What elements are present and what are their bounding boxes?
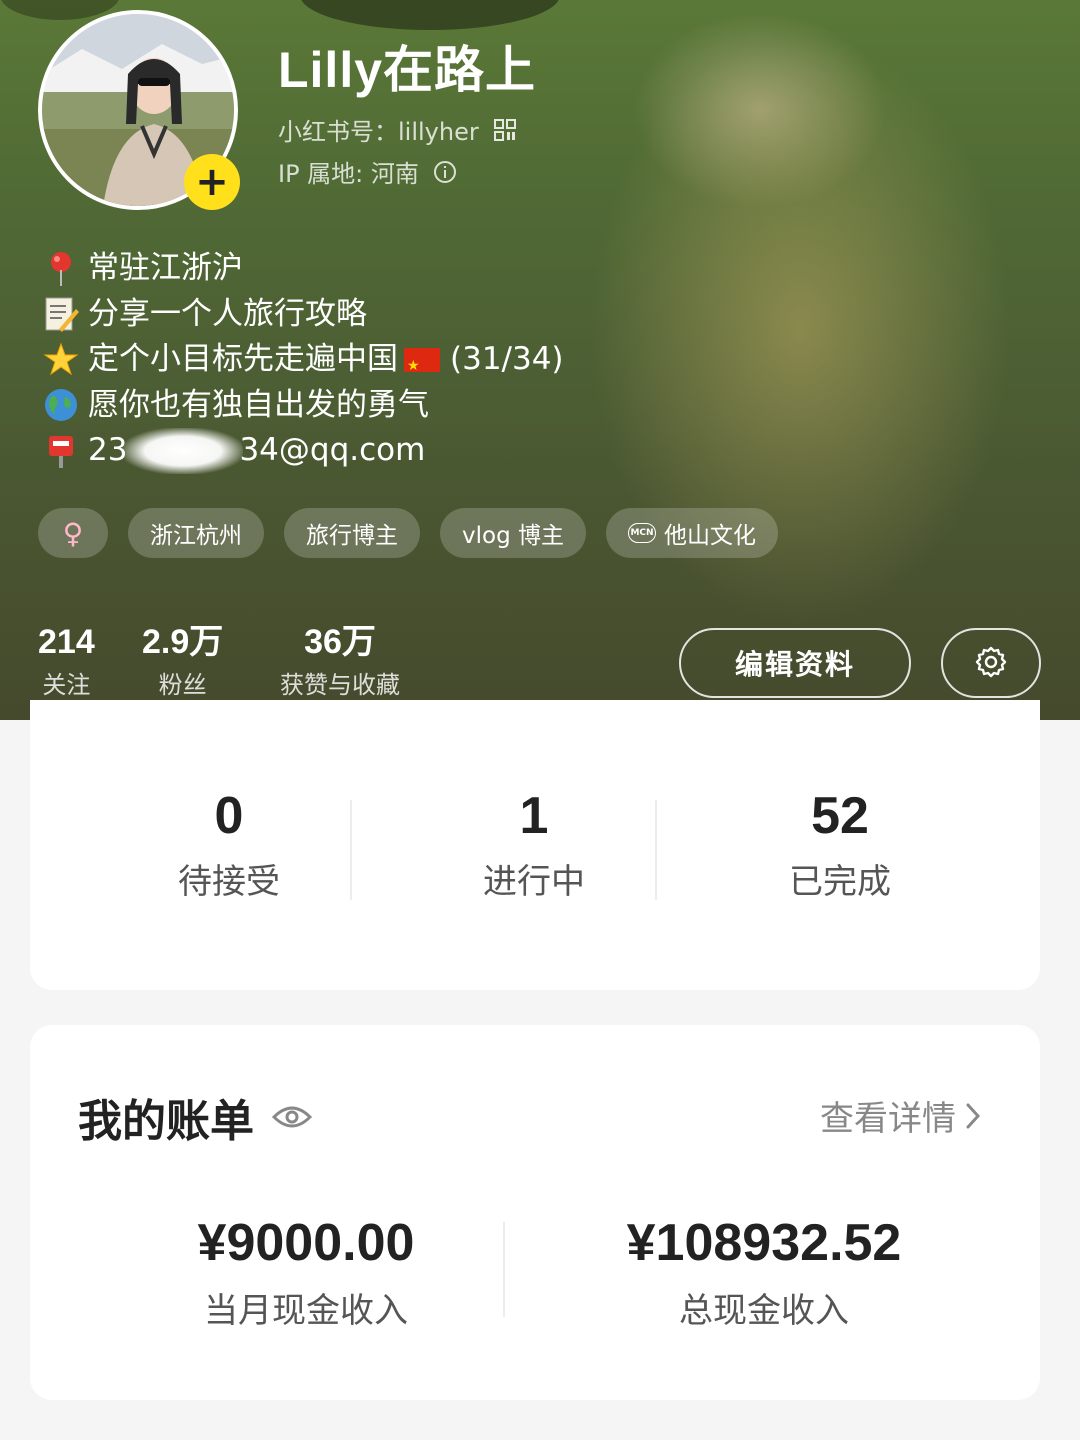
monthly-income-label: 当月现金收入 bbox=[204, 1291, 408, 1331]
qr-code-icon[interactable] bbox=[493, 118, 517, 142]
task-in-progress[interactable]: 1 进行中 bbox=[384, 788, 684, 902]
profile-tags: ♀ 浙江杭州 旅行博主 vlog 博主 MCN 他山文化 bbox=[38, 508, 778, 558]
info-icon[interactable] bbox=[433, 160, 457, 184]
view-details-label: 查看详情 bbox=[820, 1099, 956, 1139]
done-label: 已完成 bbox=[789, 862, 891, 902]
bill-card: 我的账单 查看详情 ¥9000.00 当月现金收入 ¥108932.52 总现金… bbox=[30, 1025, 1040, 1400]
likes-count: 36万 bbox=[304, 623, 376, 661]
bio-text: 常驻江浙沪 bbox=[88, 250, 243, 286]
stat-following[interactable]: 214 关注 bbox=[38, 622, 95, 700]
chevron-right-icon bbox=[964, 1101, 982, 1131]
following-label: 关注 bbox=[42, 671, 91, 699]
view-details-link[interactable]: 查看详情 bbox=[820, 1091, 982, 1140]
divider bbox=[655, 800, 657, 900]
mcn-icon: MCN bbox=[627, 523, 656, 543]
background-trees bbox=[300, 0, 560, 30]
email-redaction bbox=[123, 427, 244, 474]
tag-travel-blogger[interactable]: 旅行博主 bbox=[284, 508, 420, 558]
progress-count: 1 bbox=[519, 787, 549, 845]
gear-icon bbox=[973, 645, 1009, 681]
total-income: ¥108932.52 总现金收入 bbox=[534, 1213, 994, 1331]
profile-header: + Lilly在路上 小红书号：lillyher IP 属地: 河南 常驻江浙沪… bbox=[0, 0, 1080, 720]
user-id-row: 小红书号：lillyher bbox=[278, 112, 517, 147]
stat-likes[interactable]: 36万 获赞与收藏 bbox=[280, 622, 400, 700]
pending-label: 待接受 bbox=[178, 862, 280, 902]
bio-line: 愿你也有独自出发的勇气 bbox=[42, 383, 564, 429]
bio-line: 23 34@qq.com bbox=[42, 427, 564, 474]
fans-count: 2.9万 bbox=[142, 623, 224, 661]
tag-gender[interactable]: ♀ bbox=[38, 508, 108, 558]
mailbox-icon bbox=[42, 432, 80, 470]
stat-fans[interactable]: 2.9万 粉丝 bbox=[142, 622, 223, 700]
task-pending[interactable]: 0 待接受 bbox=[79, 788, 379, 902]
ip-location: IP 属地: 河南 bbox=[278, 160, 419, 188]
add-avatar-button[interactable]: + bbox=[184, 154, 240, 210]
bio-line: 定个小目标先走遍中国 (31/34) bbox=[42, 337, 564, 389]
bill-header: 我的账单 bbox=[78, 1085, 312, 1149]
total-income-value: ¥108932.52 bbox=[626, 1214, 902, 1272]
tag-mcn[interactable]: MCN 他山文化 bbox=[605, 508, 778, 558]
tag-mcn-label: 他山文化 bbox=[663, 523, 756, 549]
ip-row: IP 属地: 河南 bbox=[278, 154, 457, 189]
following-count: 214 bbox=[38, 623, 95, 661]
memo-icon bbox=[42, 295, 80, 333]
tag-vlog-blogger[interactable]: vlog 博主 bbox=[440, 508, 586, 558]
divider bbox=[350, 800, 352, 900]
china-flag-icon bbox=[404, 344, 440, 389]
progress-label: 进行中 bbox=[483, 862, 585, 902]
divider bbox=[503, 1222, 505, 1317]
star-icon bbox=[42, 341, 80, 379]
user-id: 小红书号：lillyher bbox=[278, 118, 479, 146]
edit-profile-button[interactable]: 编辑资料 bbox=[679, 628, 911, 698]
monthly-income: ¥9000.00 当月现金收入 bbox=[76, 1213, 536, 1331]
profile-name: Lilly在路上 bbox=[278, 42, 537, 98]
bio-line: 常驻江浙沪 bbox=[42, 246, 564, 292]
pending-count: 0 bbox=[214, 787, 244, 845]
email-suffix: 34@qq.com bbox=[239, 432, 426, 468]
email-prefix: 23 bbox=[88, 432, 128, 468]
tag-location[interactable]: 浙江杭州 bbox=[128, 508, 264, 558]
bio-line: 分享一个人旅行攻略 bbox=[42, 292, 564, 338]
settings-button[interactable] bbox=[941, 628, 1041, 698]
task-completed[interactable]: 52 已完成 bbox=[690, 788, 990, 902]
bio-text: 愿你也有独自出发的勇气 bbox=[88, 386, 429, 423]
fans-label: 粉丝 bbox=[158, 671, 207, 699]
bio-progress: (31/34) bbox=[450, 341, 564, 377]
pin-icon bbox=[42, 250, 80, 288]
total-income-label: 总现金收入 bbox=[679, 1291, 849, 1331]
bio: 常驻江浙沪 分享一个人旅行攻略 定个小目标先走遍中国 ★ (31/34) 愿你也… bbox=[42, 246, 564, 474]
bio-text: 分享一个人旅行攻略 bbox=[88, 295, 367, 332]
task-status-card: 0 待接受 1 进行中 52 已完成 bbox=[30, 700, 1040, 990]
likes-label: 获赞与收藏 bbox=[280, 671, 400, 699]
monthly-income-value: ¥9000.00 bbox=[197, 1214, 415, 1272]
done-count: 52 bbox=[811, 787, 869, 845]
globe-icon bbox=[42, 386, 80, 424]
bill-title: 我的账单 bbox=[78, 1096, 254, 1147]
bio-text: 定个小目标先走遍中国 bbox=[88, 341, 398, 377]
eye-icon[interactable] bbox=[272, 1103, 312, 1131]
